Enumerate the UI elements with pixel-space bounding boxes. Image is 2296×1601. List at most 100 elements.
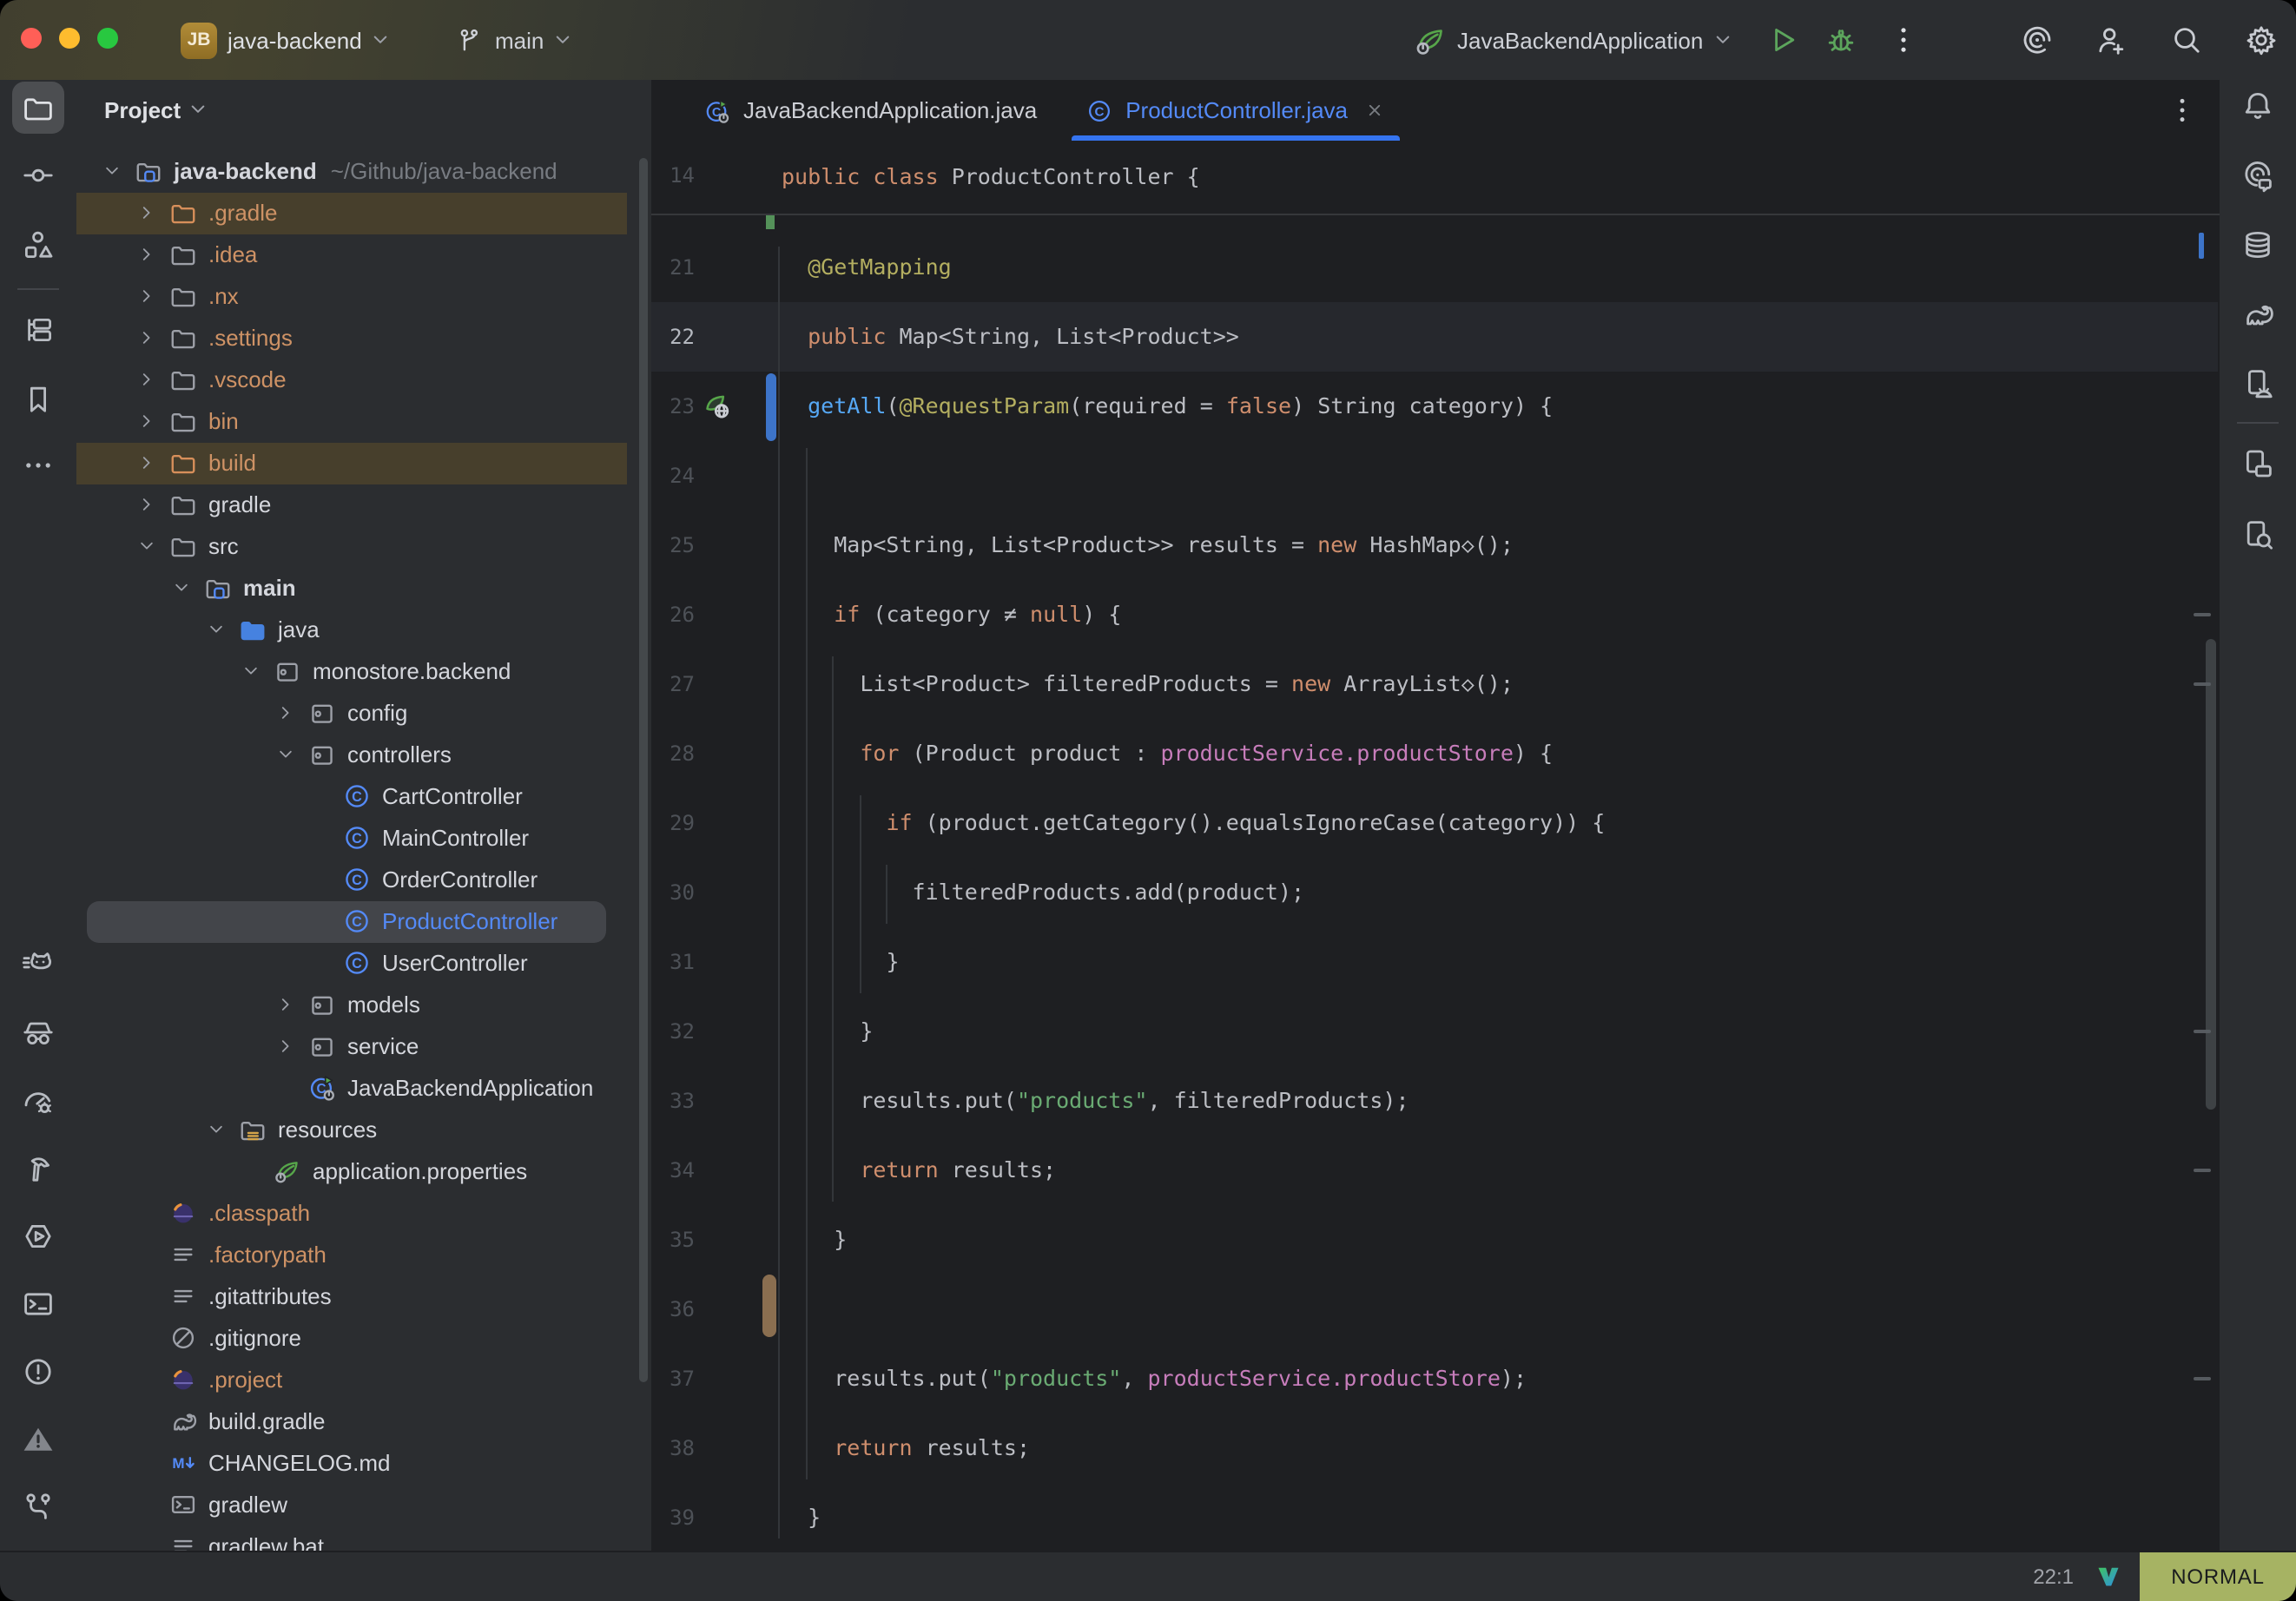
chevron-right-icon[interactable] [132, 407, 160, 435]
editor-scrollbar[interactable] [2206, 639, 2216, 1110]
chevron-down-icon[interactable] [132, 532, 160, 560]
tree-item-UserController[interactable]: CUserController [76, 942, 651, 984]
chevron-down-icon[interactable] [167, 574, 195, 602]
line-number[interactable]: 35 [651, 1205, 695, 1275]
editor-area[interactable]: CJavaBackendApplication.javaCProductCont… [651, 80, 2220, 1552]
line-number[interactable]: 22 [651, 302, 695, 372]
chevron-down-icon[interactable] [271, 741, 299, 768]
ai-cat-icon[interactable] [12, 939, 64, 992]
tree-item-gradlew[interactable]: gradlew [76, 1484, 651, 1525]
tree-item-controllers[interactable]: controllers [76, 734, 651, 775]
code-line-26[interactable]: 26 if (category ≠ null) { [651, 580, 2220, 649]
ai-assistant-icon[interactable] [2232, 149, 2284, 201]
code-line-25[interactable]: 25 Map<String, List<Product>> results = … [651, 511, 2220, 580]
tree-item-build[interactable]: build [76, 442, 651, 484]
code-line-24[interactable]: 24 [651, 441, 2220, 511]
line-number[interactable]: 30 [651, 858, 695, 927]
gradle-icon[interactable] [2232, 288, 2284, 340]
tree-item-CHANGELOG.md[interactable]: MCHANGELOG.md [76, 1442, 651, 1484]
gear-icon[interactable] [2244, 23, 2279, 57]
branch-widget[interactable]: main [455, 0, 575, 80]
tree-item-.vscode[interactable]: .vscode [76, 359, 651, 400]
build-icon[interactable] [12, 1143, 64, 1195]
code-line-30[interactable]: 30 filteredProducts.add(product); [651, 858, 2220, 927]
code-line-23[interactable]: 23 getAll(@RequestParam(required = false… [651, 372, 2220, 441]
incognito-icon[interactable] [12, 1007, 64, 1059]
chevron-down-icon[interactable] [201, 1116, 229, 1143]
tree-item-models[interactable]: models [76, 984, 651, 1025]
code-line-31[interactable]: 31 } [651, 927, 2220, 997]
chevron-right-icon[interactable] [132, 240, 160, 268]
code-line-32[interactable]: 32 } [651, 997, 2220, 1066]
chevron-right-icon[interactable] [132, 366, 160, 393]
line-number[interactable]: 36 [651, 1275, 695, 1344]
tree-item-.gitignore[interactable]: .gitignore [76, 1317, 651, 1359]
code-line-39[interactable]: 39 } [651, 1483, 2220, 1552]
tree-item-.classpath[interactable]: .classpath [76, 1192, 651, 1234]
tree-item-MainController[interactable]: CMainController [76, 817, 651, 859]
code-line-29[interactable]: 29 if (product.getCategory().equalsIgnor… [651, 788, 2220, 858]
line-number[interactable]: 34 [651, 1136, 695, 1205]
more-tools-icon[interactable] [12, 439, 64, 491]
ideavim-icon[interactable] [2095, 1563, 2122, 1591]
line-number[interactable]: 38 [651, 1413, 695, 1483]
tree-item-service[interactable]: service [76, 1025, 651, 1067]
project-panel-header[interactable]: Project [104, 87, 210, 132]
editor-groups-icon[interactable] [12, 304, 64, 356]
problems-icon[interactable] [12, 1346, 64, 1398]
device-manager-icon[interactable] [2232, 438, 2284, 490]
close-button[interactable] [21, 28, 42, 49]
code-line-22[interactable]: 22 public Map<String, List<Product>> [651, 302, 2220, 372]
code-line-27[interactable]: 27 List<Product> filteredProducts = new … [651, 649, 2220, 719]
line-number[interactable]: 24 [651, 441, 695, 511]
chevron-right-icon[interactable] [132, 199, 160, 227]
tree-item-.project[interactable]: .project [76, 1359, 651, 1400]
zoom-button[interactable] [97, 28, 118, 49]
debug-button[interactable] [1824, 0, 1858, 80]
line-number[interactable]: 31 [651, 927, 695, 997]
line-number[interactable]: 23 [651, 372, 695, 441]
structure-icon[interactable] [12, 219, 64, 271]
add-user-icon[interactable] [2095, 23, 2129, 57]
bookmarks-icon[interactable] [12, 373, 64, 425]
terminal-icon[interactable] [12, 1278, 64, 1330]
line-number[interactable]: 39 [651, 1483, 695, 1552]
chevron-right-icon[interactable] [271, 1032, 299, 1060]
tree-item-ProductController[interactable]: CProductController [76, 900, 651, 942]
code-line-28[interactable]: 28 for (Product product : productService… [651, 719, 2220, 788]
chevron-right-icon[interactable] [271, 699, 299, 727]
chevron-right-icon[interactable] [132, 491, 160, 518]
tree-item-main[interactable]: main [76, 567, 651, 609]
project-icon[interactable] [12, 82, 64, 134]
tree-item-build.gradle[interactable]: build.gradle [76, 1400, 651, 1442]
tree-item-bin[interactable]: bin [76, 400, 651, 442]
code-line-37[interactable]: 37 results.put("products", productServic… [651, 1344, 2220, 1413]
tree-item-src[interactable]: src [76, 525, 651, 567]
chevron-right-icon[interactable] [132, 324, 160, 352]
more-run-actions-button[interactable] [1886, 0, 1921, 80]
commit-icon[interactable] [12, 149, 64, 201]
code-line-34[interactable]: 34 return results; [651, 1136, 2220, 1205]
chevron-right-icon[interactable] [132, 282, 160, 310]
profiler-icon[interactable] [12, 1075, 64, 1127]
tree-item-.settings[interactable]: .settings [76, 317, 651, 359]
line-number[interactable]: 32 [651, 997, 695, 1066]
code-line-21[interactable]: 21 @GetMapping [651, 233, 2220, 302]
minimize-button[interactable] [59, 28, 80, 49]
chevron-down-icon[interactable] [97, 157, 125, 185]
notifications-icon[interactable] [2232, 80, 2284, 132]
tree-item-JavaBackendApplication[interactable]: CJavaBackendApplication [76, 1067, 651, 1109]
chevron-right-icon[interactable] [132, 449, 160, 477]
tree-item-.idea[interactable]: .idea [76, 234, 651, 275]
line-number[interactable]: 29 [651, 788, 695, 858]
caret-position[interactable]: 22:1 [2033, 1552, 2074, 1601]
vim-mode-badge[interactable]: NORMAL [2140, 1552, 2296, 1601]
line-number[interactable]: 37 [651, 1344, 695, 1413]
tree-item-.gitattributes[interactable]: .gitattributes [76, 1275, 651, 1317]
device-explorer-icon[interactable] [2232, 509, 2284, 561]
line-number[interactable]: 27 [651, 649, 695, 719]
code-line-35[interactable]: 35 } [651, 1205, 2220, 1275]
tree-item-gradle[interactable]: gradle [76, 484, 651, 525]
project-widget[interactable]: JB java-backend [181, 0, 393, 80]
git-branch-tool-icon[interactable] [12, 1481, 64, 1533]
